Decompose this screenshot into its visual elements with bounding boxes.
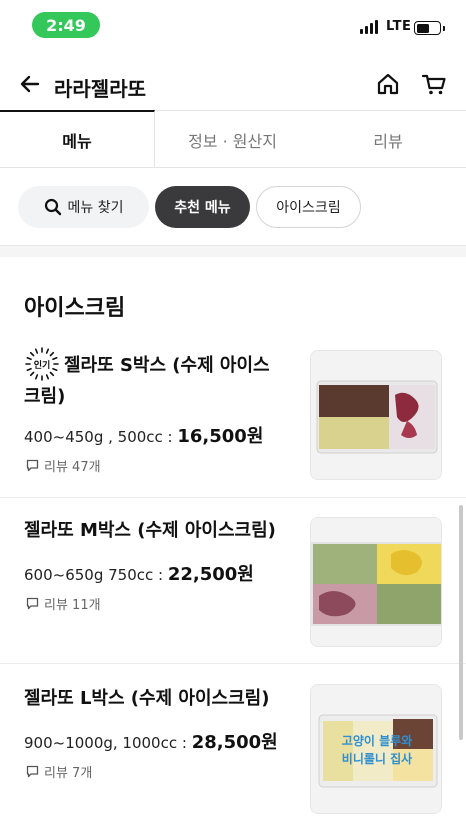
network-label: LTE (386, 19, 412, 34)
item-thumbnail (310, 517, 442, 647)
tab-menu[interactable]: 메뉴 (0, 110, 155, 168)
item-divider (0, 663, 466, 664)
item-price: 28,500원 (191, 732, 278, 753)
cart-button[interactable] (420, 70, 448, 98)
status-time: 2:49 (32, 12, 100, 38)
item-review-count: 리뷰 11개 (26, 594, 101, 613)
menu-search-button[interactable]: 메뉴 찾기 (18, 186, 149, 228)
item-price: 16,500원 (177, 426, 264, 447)
chip-icecream[interactable]: 아이스크림 (256, 186, 361, 228)
item-review-label: 리뷰 47개 (44, 460, 101, 475)
comment-icon (26, 459, 39, 472)
status-bar: 2:49 LTE (0, 0, 466, 52)
popular-badge-icon: 인기 (25, 347, 59, 381)
thumb-caption-line2: 비니롤니 집사 (342, 751, 412, 766)
battery-icon (414, 21, 445, 35)
section-title: 아이스크림 (24, 296, 126, 321)
item-name: 젤라또 M박스 (수제 아이스크림) (24, 520, 276, 541)
tab-info-origin[interactable]: 정보 · 원산지 (155, 110, 310, 168)
back-button[interactable] (16, 70, 44, 98)
store-name: 라라젤라또 (54, 77, 146, 101)
item-review-count: 리뷰 7개 (26, 762, 92, 781)
item-divider (0, 497, 466, 498)
gelato-m-box-image (311, 518, 441, 646)
thumb-caption-line1: 고양이 블루와 (342, 733, 412, 748)
home-icon (377, 73, 399, 95)
app-header: 라라젤라또 (0, 60, 466, 110)
search-icon (44, 198, 61, 216)
item-thumbnail (310, 350, 442, 480)
comment-icon (26, 597, 39, 610)
tab-bar: 메뉴 정보 · 원산지 리뷰 (0, 110, 466, 168)
tab-reviews[interactable]: 리뷰 (310, 110, 466, 168)
item-spec: 900~1000g, 1000cc : (24, 734, 192, 752)
item-name: 젤라또 L박스 (수제 아이스크림) (24, 688, 270, 709)
item-spec: 600~650g 750cc : (24, 566, 168, 584)
chip-recommended[interactable]: 추천 메뉴 (155, 186, 250, 228)
item-review-count: 리뷰 47개 (26, 456, 101, 475)
item-thumbnail: 고양이 블루와 비니롤니 집사 (310, 684, 442, 814)
popular-badge-label: 인기 (34, 359, 51, 371)
item-price-row: 900~1000g, 1000cc : 28,500원 (24, 728, 278, 754)
menu-filter-chips: 메뉴 찾기 추천 메뉴 아이스크림 (18, 186, 361, 230)
item-name: 인기 젤라또 S박스 (수제 아이스크림) (24, 347, 299, 410)
scrollbar[interactable] (459, 505, 463, 740)
item-review-label: 리뷰 11개 (44, 598, 101, 613)
item-price-row: 400~450g , 500cc : 16,500원 (24, 422, 263, 448)
comment-icon (26, 765, 39, 778)
signal-icon (360, 20, 378, 34)
section-divider (0, 245, 466, 257)
arrow-left-icon (20, 75, 40, 93)
gelato-s-box-image (311, 351, 441, 479)
item-price-row: 600~650g 750cc : 22,500원 (24, 560, 254, 586)
home-button[interactable] (374, 70, 402, 98)
item-name-line1: 젤라또 S박스 (수제 아이스 (64, 355, 270, 376)
menu-search-label: 메뉴 찾기 (67, 200, 124, 216)
cart-icon (421, 74, 446, 95)
item-price: 22,500원 (167, 564, 254, 585)
item-review-label: 리뷰 7개 (44, 766, 93, 781)
item-spec: 400~450g , 500cc : (24, 428, 178, 446)
item-name-line2: 크림) (24, 386, 66, 407)
gelato-l-box-image: 고양이 블루와 비니롤니 집사 (311, 685, 441, 813)
